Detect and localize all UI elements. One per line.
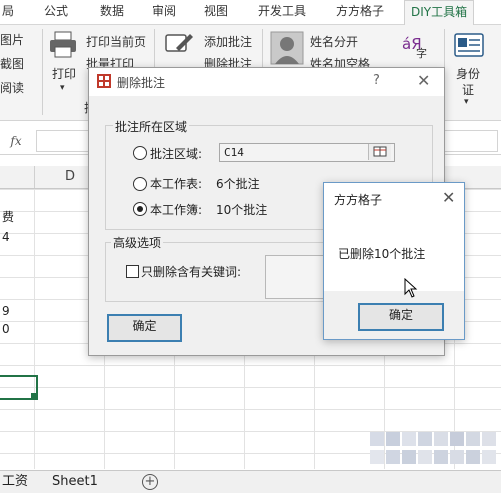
advanced-options-group-label: 高级选项	[111, 234, 164, 251]
split-name-button[interactable]: 姓名分开	[310, 33, 358, 50]
radio-current-sheet-label[interactable]: 本工作表:	[150, 175, 202, 192]
close-icon[interactable]: ✕	[417, 71, 430, 90]
ribbon-pictures[interactable]: 图片	[0, 31, 24, 48]
column-header[interactable]	[0, 166, 35, 188]
message-ok-button[interactable]: 确定	[358, 303, 444, 331]
close-icon[interactable]: ✕	[442, 188, 455, 207]
blurred-region	[362, 418, 501, 480]
add-comment-button[interactable]: 添加批注	[204, 33, 252, 50]
cell-value[interactable]: 0	[2, 322, 10, 336]
tab-review[interactable]: 审阅	[152, 0, 176, 24]
current-workbook-comment-count: 10个批注	[216, 203, 268, 217]
current-sheet-comment-count: 6个批注	[216, 177, 260, 191]
tab-formulas[interactable]: 公式	[44, 0, 68, 24]
sheet-tab-sheet1[interactable]: Sheet1	[52, 471, 98, 492]
fill-handle[interactable]	[31, 393, 36, 398]
radio-comment-range-label[interactable]: 批注区域:	[150, 145, 202, 162]
comment-pen-icon	[165, 34, 193, 52]
id-card-button-line2[interactable]: 证	[462, 81, 474, 98]
print-current-page-button[interactable]: 打印当前页	[86, 33, 146, 50]
tab-diy-toolbox[interactable]: DIY工具箱	[404, 0, 475, 25]
message-box: 方方格子 ✕ 已删除10个批注 确定	[323, 182, 465, 340]
tab-fangfang[interactable]: 方方格子	[336, 0, 384, 24]
radio-current-workbook[interactable]	[133, 202, 147, 216]
help-icon[interactable]: ?	[373, 73, 380, 88]
ok-button[interactable]: 确定	[107, 314, 182, 342]
cell-value[interactable]: 4	[2, 230, 10, 244]
message-box-title-bar[interactable]: 方方格子 ✕	[324, 183, 464, 213]
radio-comment-range[interactable]	[133, 146, 147, 160]
radio-current-sheet[interactable]	[133, 177, 147, 191]
ribbon-separator	[42, 29, 43, 115]
tab-layout[interactable]: 局	[2, 0, 14, 24]
id-card-icon	[454, 33, 484, 57]
range-picker-button[interactable]	[368, 144, 391, 160]
ribbon-reading[interactable]: 阅读	[0, 79, 24, 96]
print-dropdown-arrow[interactable]: ▾	[60, 83, 65, 93]
pinyin-char: 字	[416, 47, 427, 60]
comment-area-group-label: 批注所在区域	[113, 118, 190, 135]
add-sheet-icon[interactable]: +	[142, 474, 158, 490]
printer-icon[interactable]	[48, 31, 78, 59]
id-card-button-line1[interactable]: 身份	[456, 65, 480, 82]
keyword-only-checkbox[interactable]	[126, 265, 139, 278]
message-box-title: 方方格子	[334, 193, 383, 207]
cell-value[interactable]: 9	[2, 304, 10, 318]
dialog-title: 删除批注	[117, 76, 166, 90]
tab-developer[interactable]: 开发工具	[258, 0, 306, 24]
print-button[interactable]: 打印	[52, 65, 76, 82]
keyword-only-checkbox-label[interactable]: 只删除含有关键词:	[141, 263, 241, 280]
ribbon-tab-bar: 局 公式 数据 审阅 视图 开发工具 方方格子 DIY工具箱	[0, 0, 501, 25]
dialog-title-bar[interactable]: 删除批注 ? ✕	[89, 68, 444, 96]
ribbon-screenshot[interactable]: 截图	[0, 55, 24, 72]
fx-button[interactable]: fx	[0, 130, 32, 152]
app-icon	[97, 74, 111, 88]
cell-value[interactable]: 费	[2, 208, 14, 225]
range-select-icon	[373, 146, 387, 157]
person-icon	[270, 31, 304, 65]
message-text: 已删除10个批注	[338, 247, 426, 261]
sheet-tab-salary[interactable]: 工资	[2, 471, 28, 492]
mouse-cursor-icon	[404, 278, 418, 298]
tab-data[interactable]: 数据	[100, 0, 124, 24]
radio-current-workbook-label[interactable]: 本工作簿:	[150, 201, 202, 218]
id-card-dropdown-arrow[interactable]: ▾	[464, 97, 469, 107]
tab-view[interactable]: 视图	[204, 0, 228, 24]
